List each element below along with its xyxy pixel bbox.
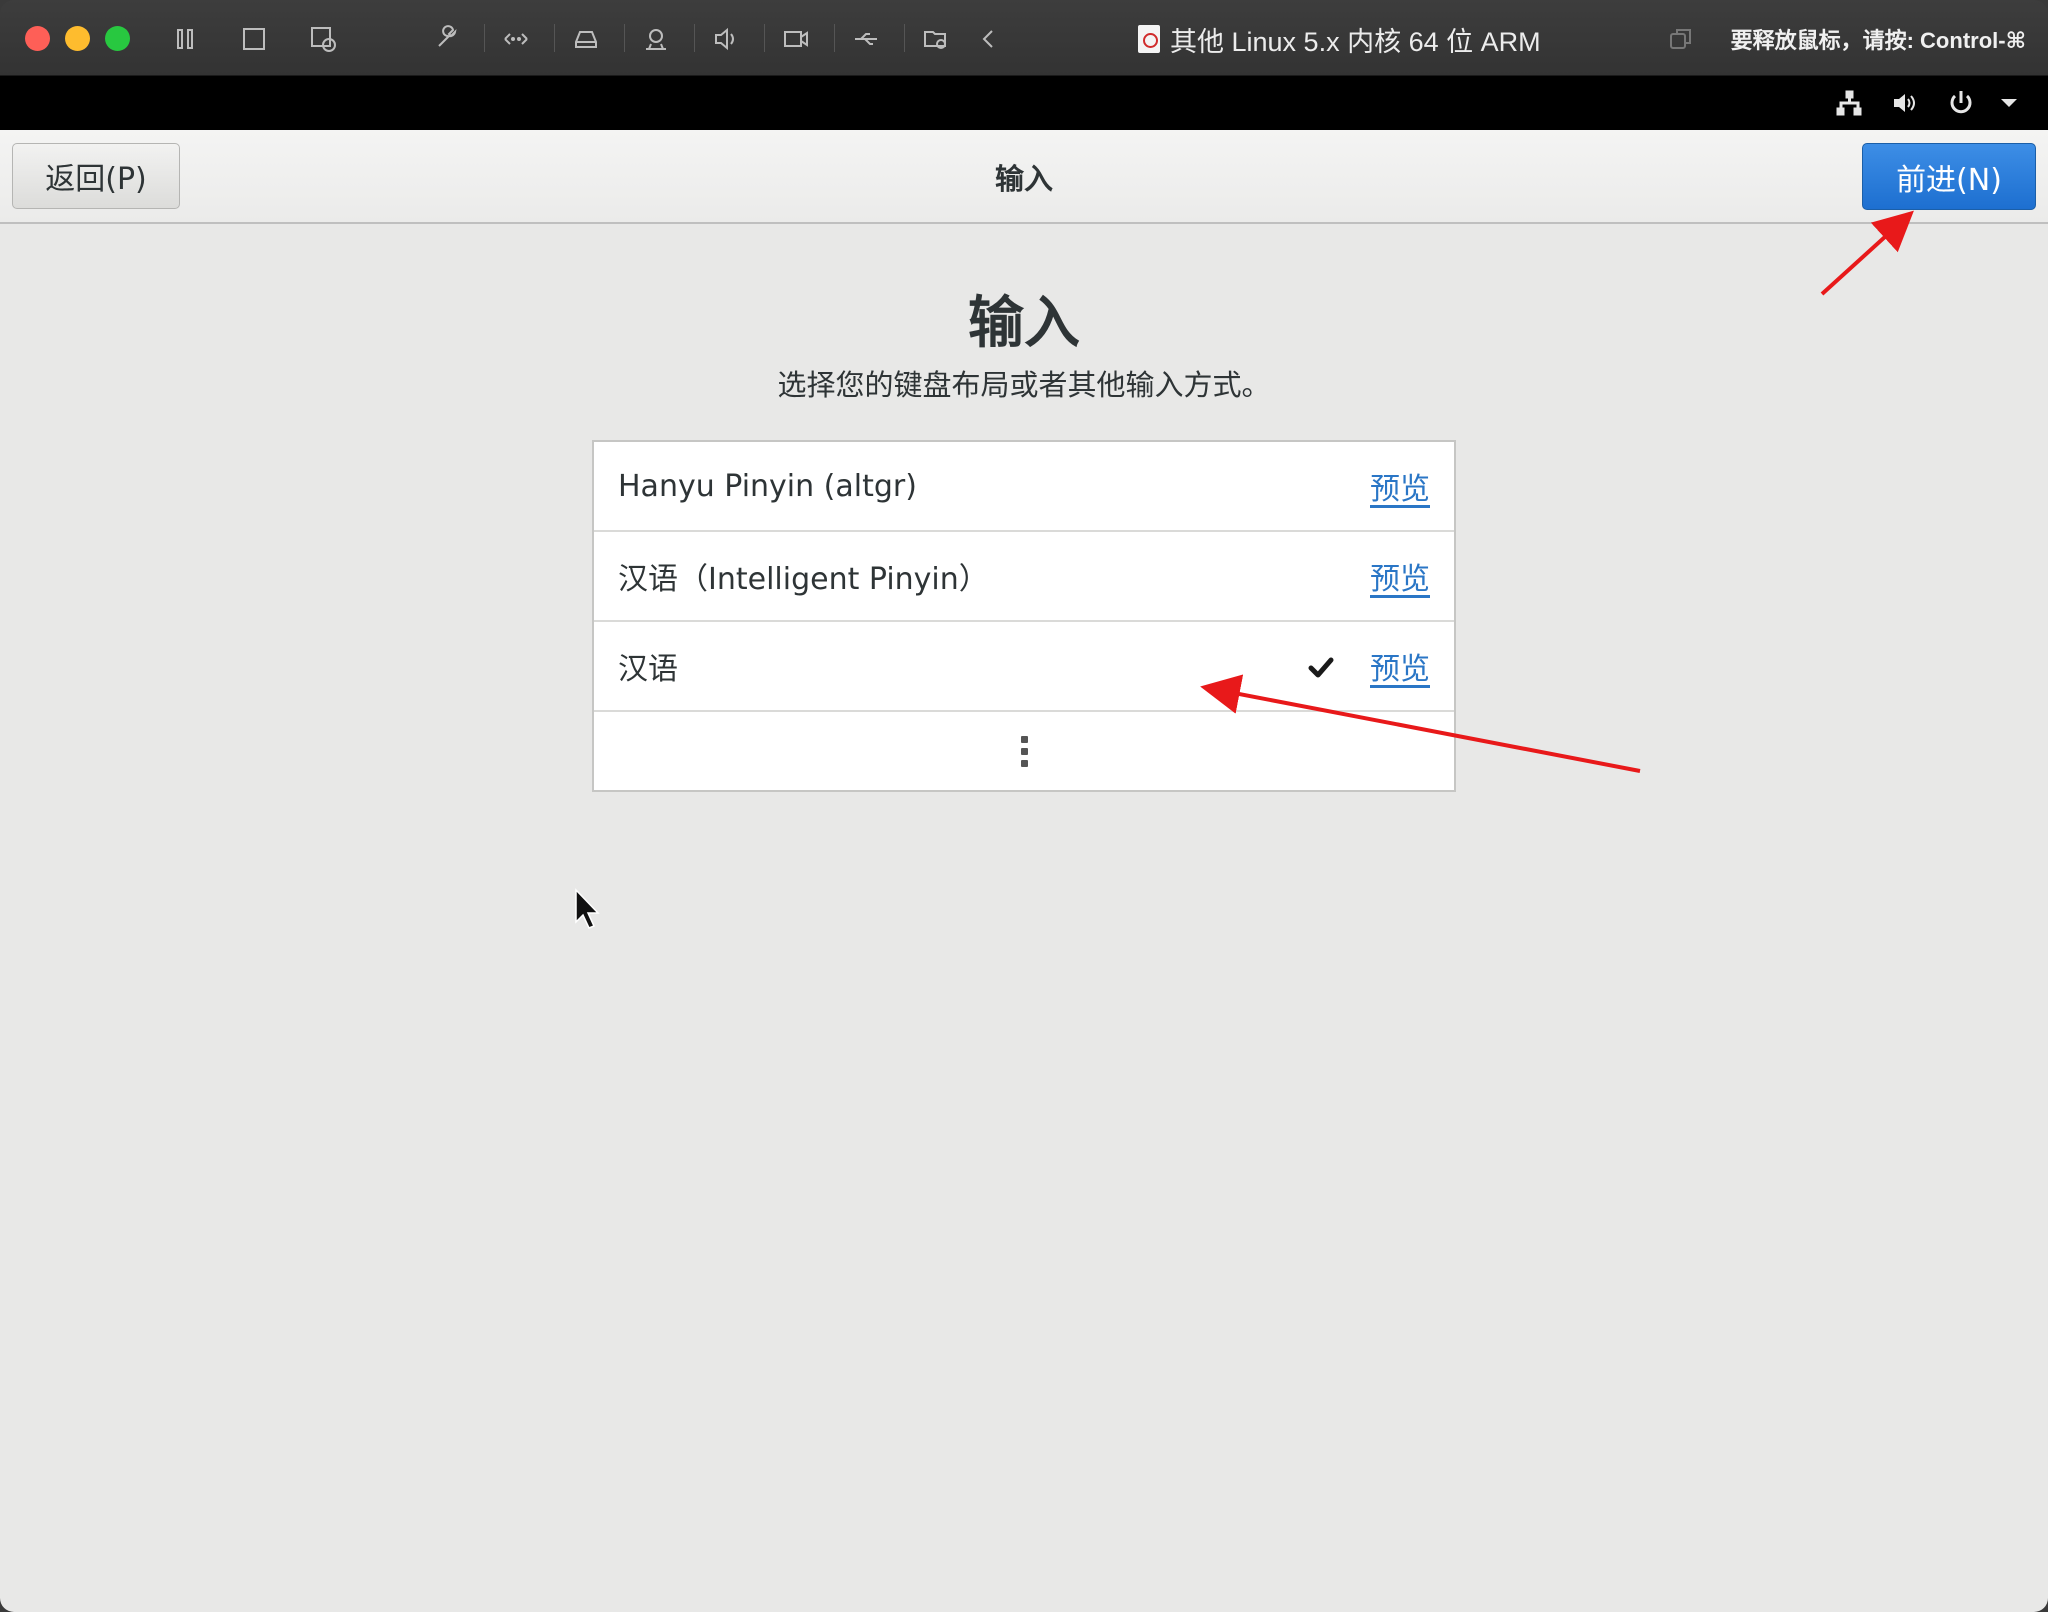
network-icon[interactable] <box>1832 86 1866 120</box>
layout-name: 汉语 <box>618 652 678 687</box>
video-icon[interactable] <box>777 20 815 58</box>
page-subtitle: 选择您的键盘布局或者其他输入方式。 <box>777 370 1271 402</box>
snapshot-icon[interactable] <box>304 20 342 58</box>
usb-icon[interactable] <box>847 20 885 58</box>
checkmark-icon <box>1308 657 1334 678</box>
copy-icon[interactable] <box>1668 26 1694 52</box>
more-options-button[interactable] <box>594 712 1454 790</box>
power-icon[interactable] <box>1944 86 1978 120</box>
installer-window: 返回(P) 输入 前进(N) 输入 选择您的键盘布局或者其他输入方式。 Hany… <box>0 130 2048 1612</box>
window-zoom-button[interactable] <box>105 26 130 51</box>
window-close-button[interactable] <box>25 26 50 51</box>
settings-wrench-icon[interactable] <box>427 20 465 58</box>
release-mouse-hint: 要释放鼠标，请按: Control-⌘ <box>1730 28 2026 53</box>
input-layout-list: Hanyu Pinyin (altgr) 预览 汉语（Intelligent P… <box>592 440 1456 792</box>
vm-document-icon <box>1138 25 1160 53</box>
stop-icon[interactable] <box>235 20 273 58</box>
preview-link[interactable]: 预览 <box>1370 644 1430 688</box>
pause-icon[interactable] <box>166 20 204 58</box>
list-item[interactable]: 汉语 预览 <box>594 622 1454 712</box>
camera-icon[interactable] <box>637 20 675 58</box>
preview-link[interactable]: 预览 <box>1370 554 1430 598</box>
disk-icon[interactable] <box>567 20 605 58</box>
network-icon[interactable] <box>497 20 535 58</box>
window-minimize-button[interactable] <box>65 26 90 51</box>
more-vertical-icon <box>1020 735 1028 767</box>
list-item[interactable]: 汉语（Intelligent Pinyin） 预览 <box>594 532 1454 622</box>
vm-title-bar: 其他 Linux 5.x 内核 64 位 ARM 要释放鼠标，请按: Contr… <box>0 0 2048 76</box>
sound-icon[interactable] <box>707 20 745 58</box>
list-item[interactable]: Hanyu Pinyin (altgr) 预览 <box>594 442 1454 532</box>
page-title: 输入 <box>968 291 1080 354</box>
header-title: 输入 <box>994 164 1053 196</box>
dropdown-arrow-icon[interactable] <box>1992 86 2026 120</box>
window-title: 其他 Linux 5.x 内核 64 位 ARM <box>1138 20 1541 58</box>
volume-icon[interactable] <box>1888 86 1922 120</box>
layout-name: Hanyu Pinyin (altgr) <box>618 468 917 504</box>
back-button[interactable]: 返回(P) <box>12 143 180 209</box>
window-title-text: 其他 Linux 5.x 内核 64 位 ARM <box>1170 26 1541 57</box>
preview-link[interactable]: 预览 <box>1370 464 1430 508</box>
guest-top-panel <box>0 76 2048 130</box>
collapse-icon[interactable] <box>970 20 1008 58</box>
installer-header: 返回(P) 输入 前进(N) <box>0 130 2048 224</box>
next-button[interactable]: 前进(N) <box>1862 143 2036 210</box>
layout-name: 汉语（Intelligent Pinyin） <box>618 562 989 597</box>
shared-folder-icon[interactable] <box>917 20 955 58</box>
